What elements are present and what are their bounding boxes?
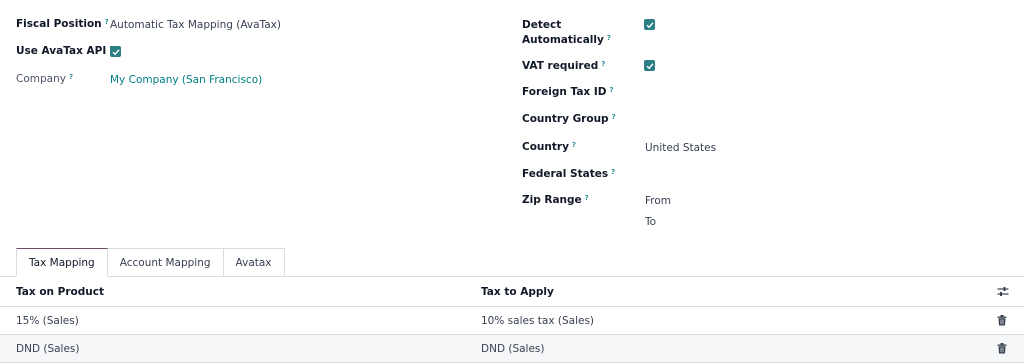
tab-account-mapping[interactable]: Account Mapping [107,248,224,277]
help-icon[interactable]: ? [105,18,109,26]
company-label-text: Company [16,73,66,85]
use-avatax-api-label: Use AvaTax API? [16,45,113,57]
checkmark-icon [112,48,120,55]
foreign-tax-id-label-text: Foreign Tax ID [522,86,607,98]
fiscal-position-label: Fiscal Position? [16,18,109,30]
federal-states-label-text: Federal States [522,168,609,180]
column-header-tax-on-product[interactable]: Tax on Product [16,286,104,298]
zip-range-label-text: Zip Range [522,194,582,206]
help-icon[interactable]: ? [612,113,616,121]
tax-to-apply-cell[interactable]: DND (Sales) [481,343,545,355]
country-value[interactable]: United States [645,142,716,154]
notebook-tabs: Tax Mapping Account Mapping Avatax [16,248,285,277]
checkmark-icon [646,21,654,28]
detect-automatically-label: Detect Automatically? [522,19,611,46]
country-label: Country? [522,141,576,153]
help-icon[interactable]: ? [611,168,615,176]
vat-required-checkbox[interactable] [644,60,655,71]
table-header: Tax on Product Tax to Apply [0,277,1024,307]
trash-icon[interactable] [997,315,1007,326]
zip-to-label: To [645,216,657,228]
table-row[interactable]: DND (Sales) DND (Sales) [0,335,1024,363]
column-header-tax-to-apply[interactable]: Tax to Apply [481,286,554,298]
company-label: Company? [16,73,73,85]
help-icon[interactable]: ? [69,73,73,81]
tax-on-product-cell[interactable]: 15% (Sales) [16,315,79,327]
detect-automatically-label-line1: Detect [522,19,562,31]
zip-range-label: Zip Range? [522,194,589,206]
tab-tax-mapping[interactable]: Tax Mapping [16,248,108,277]
use-avatax-api-checkbox[interactable] [110,46,121,57]
zip-from-label: From [645,195,672,207]
foreign-tax-id-label: Foreign Tax ID? [522,86,614,98]
column-settings-icon[interactable] [997,286,1009,297]
country-group-input[interactable] [645,113,845,127]
checkmark-icon [646,62,654,69]
country-group-label-text: Country Group [522,113,609,125]
detect-automatically-label-line2: Automatically [522,34,604,46]
fiscal-position-label-text: Fiscal Position [16,18,102,30]
tab-avatax[interactable]: Avatax [223,248,285,277]
use-avatax-api-label-text: Use AvaTax API [16,45,107,57]
help-icon[interactable]: ? [585,194,589,202]
trash-icon[interactable] [997,343,1007,354]
federal-states-input[interactable] [645,168,845,182]
country-label-text: Country [522,141,569,153]
detect-automatically-checkbox[interactable] [644,19,655,30]
help-icon[interactable]: ? [572,141,576,149]
fiscal-position-form: Fiscal Position? Automatic Tax Mapping (… [0,0,1024,246]
fiscal-position-value[interactable]: Automatic Tax Mapping (AvaTax) [110,19,281,31]
tax-to-apply-cell[interactable]: 10% sales tax (Sales) [481,315,594,327]
foreign-tax-id-input[interactable] [645,86,845,100]
vat-required-label: VAT required? [522,60,605,72]
company-link[interactable]: My Company (San Francisco) [110,74,262,86]
help-icon[interactable]: ? [601,60,605,68]
help-icon[interactable]: ? [609,86,613,94]
help-icon[interactable]: ? [607,34,611,42]
vat-required-label-text: VAT required [522,60,599,72]
table-row[interactable]: 15% (Sales) 10% sales tax (Sales) [0,307,1024,335]
country-group-label: Country Group? [522,113,616,125]
tax-on-product-cell[interactable]: DND (Sales) [16,343,80,355]
federal-states-label: Federal States? [522,168,615,180]
